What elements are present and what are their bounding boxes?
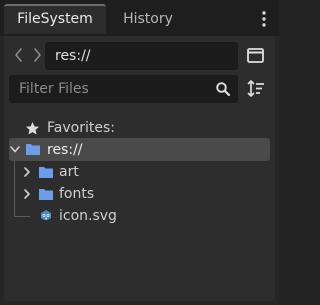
split-view-icon: [247, 48, 264, 63]
tree-item-fonts[interactable]: fonts: [59, 183, 94, 205]
path-input[interactable]: res://: [45, 42, 238, 70]
tab-filesystem[interactable]: FileSystem: [4, 4, 106, 34]
chevron-right-icon[interactable]: [22, 188, 32, 200]
back-button[interactable]: [12, 46, 26, 64]
tree-guide-branch: [14, 216, 30, 217]
dock-menu-button[interactable]: [256, 8, 272, 30]
star-icon: [26, 122, 39, 135]
folder-icon: [26, 144, 40, 155]
favorites-label[interactable]: Favorites:: [47, 117, 115, 139]
tree-root-res[interactable]: res://: [47, 139, 83, 161]
sort-icon: [247, 79, 264, 98]
chevron-down-icon[interactable]: [9, 143, 21, 155]
filter-files-field[interactable]: [9, 75, 238, 103]
search-icon: [216, 82, 231, 97]
folder-icon: [39, 167, 53, 178]
chevron-right-icon[interactable]: [22, 166, 32, 178]
tab-history[interactable]: History: [108, 4, 188, 34]
filter-files-input[interactable]: [10, 76, 214, 102]
filesystem-dock: FileSystem History res:// Filter Files F…: [0, 0, 279, 305]
toggle-split-mode-button[interactable]: [244, 44, 268, 68]
tree-item-art[interactable]: art: [59, 161, 79, 183]
tree-guide-line: [14, 161, 15, 217]
chevron-left-icon: [15, 48, 22, 62]
vertical-ellipsis-icon: [262, 11, 266, 27]
chevron-right-icon: [34, 48, 41, 62]
folder-icon: [39, 189, 53, 200]
forward-button[interactable]: [30, 46, 44, 64]
svg-file-icon: [41, 210, 51, 220]
sort-files-button[interactable]: [245, 78, 267, 100]
tree-item-icon-svg[interactable]: icon.svg: [59, 205, 117, 227]
tab-bar: FileSystem History: [0, 0, 279, 36]
